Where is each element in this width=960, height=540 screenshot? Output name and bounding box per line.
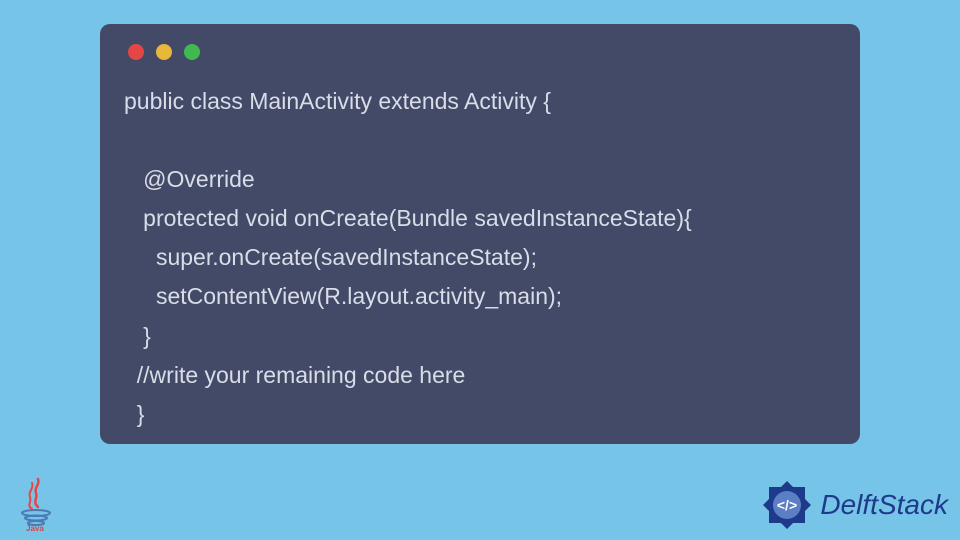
close-icon: [128, 44, 144, 60]
code-window: public class MainActivity extends Activi…: [100, 24, 860, 444]
delftstack-branding: </> DelftStack: [758, 476, 948, 534]
delftstack-label: DelftStack: [820, 489, 948, 521]
code-line: super.onCreate(savedInstanceState);: [124, 244, 537, 270]
code-line: protected void onCreate(Bundle savedInst…: [124, 205, 692, 231]
code-line: }: [124, 401, 144, 427]
code-line: public class MainActivity extends Activi…: [124, 88, 551, 114]
code-block: public class MainActivity extends Activi…: [124, 82, 840, 434]
code-line: //write your remaining code here: [124, 362, 465, 388]
code-line: @Override: [124, 166, 255, 192]
minimize-icon: [156, 44, 172, 60]
svg-text:</>: </>: [777, 497, 797, 513]
code-line: }: [124, 323, 151, 349]
java-logo-icon: Java: [18, 477, 58, 532]
window-controls: [124, 44, 840, 60]
delftstack-logo-icon: </>: [758, 476, 816, 534]
svg-text:Java: Java: [26, 524, 44, 532]
maximize-icon: [184, 44, 200, 60]
code-line: setContentView(R.layout.activity_main);: [124, 283, 562, 309]
